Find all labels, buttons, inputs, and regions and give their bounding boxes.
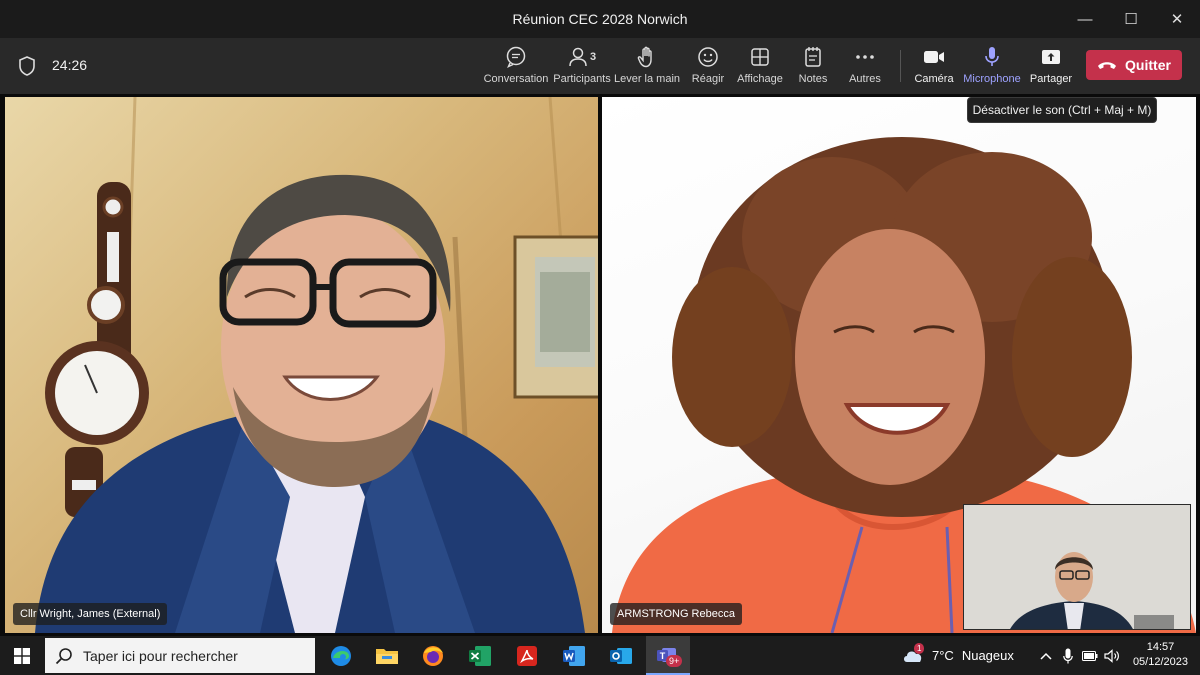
video-tile-participant-2[interactable]: ARMSTRONG Rebecca [602,97,1196,633]
camera-icon [922,45,946,69]
share-label: Partager [1029,73,1073,85]
meeting-toolbar: 24:26 Conversation 3 Participants Lever … [0,38,1200,94]
acrobat-icon [517,645,537,666]
chevron-up-icon[interactable] [1036,636,1056,675]
conversation-label: Conversation [483,73,549,85]
clock-date: 05/12/2023 [1132,656,1188,668]
call-timer: 24:26 [52,57,88,73]
window-title: Réunion CEC 2028 Norwich [512,11,688,27]
people-icon: 3 [565,45,599,69]
windows-logo-icon [14,647,30,664]
react-label: Réagir [691,73,725,85]
react-button[interactable]: Réagir [690,42,726,90]
taskbar-clock[interactable]: 14:57 05/12/2023 [1133,640,1188,670]
taskbar-app-file-explorer[interactable] [365,636,409,675]
participants-label: Participants [553,73,611,85]
participants-count: 3 [589,51,597,63]
file-explorer-icon [376,648,398,664]
camera-label: Caméra [914,73,954,85]
taskbar-app-edge[interactable] [319,636,363,675]
share-icon [1039,45,1063,69]
video-tile-participant-1[interactable]: Cllr Wright, James (External) [5,97,598,633]
edge-icon [331,645,351,666]
participants-button[interactable]: 3 Participants [553,42,611,90]
more-icon [853,45,877,69]
participant-name-label: ARMSTRONG Rebecca [610,603,742,625]
chat-icon [504,45,528,69]
view-label: Affichage [737,73,783,85]
svg-text:T: T [660,651,666,661]
teams-notification-badge: 9+ [666,655,683,667]
tray-microphone-icon[interactable] [1058,636,1078,675]
leave-meeting-button[interactable]: Quitter [1086,50,1182,80]
firefox-icon [423,645,443,666]
conversation-button[interactable]: Conversation [483,42,549,90]
video-stage: Cllr Wright, James (External) ARMSTRONG … [0,94,1200,636]
mute-tooltip: Désactiver le son (Ctrl + Maj + M) [967,97,1157,123]
hang-up-icon [1098,62,1117,69]
toolbar-divider [900,50,901,82]
weather-widget[interactable]: 1 7°C Nuageux [902,636,1022,675]
battery-icon[interactable] [1080,636,1100,675]
notes-label: Notes [798,73,828,85]
leave-meeting-label: Quitter [1125,57,1171,73]
self-view-image [964,505,1190,629]
start-button[interactable] [0,636,44,675]
taskbar-app-acrobat[interactable] [505,636,549,675]
clock-time: 14:57 [1146,641,1175,653]
more-button[interactable]: Autres [848,42,882,90]
minimize-button[interactable]: — [1062,0,1108,38]
weather-badge: 1 [914,642,925,654]
notes-button[interactable]: Notes [796,42,830,90]
shield-icon[interactable] [18,56,36,76]
taskbar-search-placeholder: Taper ici pour rechercher [83,647,238,664]
taskbar-app-word[interactable] [552,636,596,675]
excel-icon [469,645,491,666]
taskbar-app-firefox[interactable] [411,636,455,675]
share-button[interactable]: Partager [1030,42,1072,90]
taskbar-app-excel[interactable] [458,636,502,675]
weather-description: Nuageux [961,648,1014,663]
microphone-icon [980,45,1004,69]
volume-icon[interactable] [1102,636,1122,675]
close-button[interactable]: ✕ [1154,0,1200,38]
microphone-label: Microphone [963,73,1021,85]
cloud-icon: 1 [902,642,925,664]
grid-icon [748,45,772,69]
participant-name-label: Cllr Wright, James (External) [13,603,168,625]
taskbar-search-box[interactable]: Taper ici pour rechercher [45,638,315,673]
taskbar-app-outlook[interactable] [599,636,643,675]
smiley-icon [696,45,720,69]
word-icon [563,645,585,666]
raise-hand-label: Lever la main [613,73,681,85]
weather-temperature: 7°C [932,648,954,663]
taskbar-app-teams[interactable]: T 9+ [646,636,690,675]
notes-icon [801,45,825,69]
maximize-button[interactable]: ☐ [1108,0,1154,38]
hand-icon [635,45,659,69]
microphone-button[interactable]: Microphone [963,42,1021,90]
self-view-tile[interactable] [963,504,1191,630]
more-label: Autres [849,73,881,85]
view-button[interactable]: Affichage [736,42,784,90]
video-feed-image [35,97,598,633]
title-bar: Réunion CEC 2028 Norwich — ☐ ✕ [0,0,1200,38]
raise-hand-button[interactable]: Lever la main [613,42,681,90]
os-taskbar: Taper ici pour rechercher T 9+ 1 7°C Nua… [0,636,1200,675]
search-icon [55,647,72,664]
camera-button[interactable]: Caméra [914,42,954,90]
window-controls: — ☐ ✕ [1062,0,1200,38]
outlook-icon [610,647,632,664]
